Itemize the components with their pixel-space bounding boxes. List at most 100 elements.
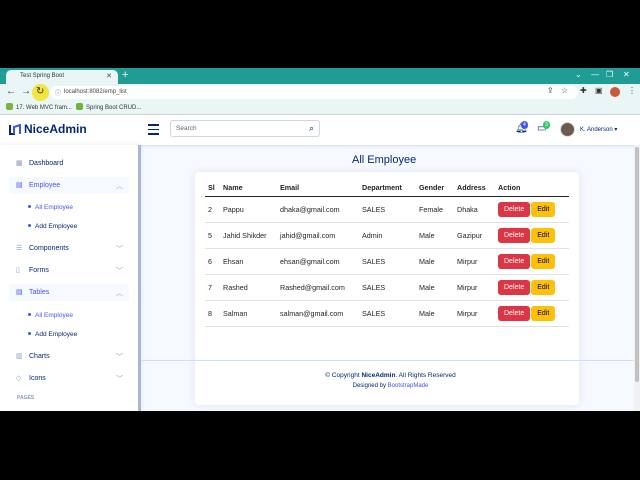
sidebar-item-label: Dashboard	[29, 160, 64, 167]
sidebar-subitem-all-employee[interactable]: All Employee	[28, 204, 73, 211]
cell-sl: 7	[205, 274, 220, 301]
sidebar-item-forms[interactable]: ▯ Forms ﹀	[9, 262, 129, 279]
sidebar-item-components[interactable]: ☰ Components ﹀	[9, 240, 129, 257]
tab-close-icon[interactable]: ✕	[106, 72, 112, 80]
column-header: Email	[277, 180, 359, 197]
sidebar-subitem-add-employee[interactable]: Add Employee	[28, 223, 77, 230]
cell-department: SALES	[359, 300, 416, 327]
maximize-icon[interactable]: ❐	[606, 70, 613, 79]
page-scrollbar[interactable]	[634, 145, 640, 411]
copyright-prefix: © Copyright	[325, 372, 362, 379]
cell-gender: Male	[416, 222, 454, 249]
cell-email: jahid@gmail.com	[277, 222, 359, 249]
close-window-icon[interactable]: ✕	[623, 70, 630, 79]
designer-link[interactable]: BootstrapMade	[388, 383, 429, 389]
sidebar-subitem-all-employee[interactable]: All Employee	[28, 312, 73, 319]
forward-icon[interactable]: →	[21, 86, 31, 97]
column-header: Name	[220, 180, 277, 197]
cell-department: SALES	[359, 248, 416, 275]
share-icon[interactable]: ⇪	[547, 86, 554, 95]
chevron-down-icon: ﹀	[116, 246, 123, 253]
url-text: localhost:8082/emp_list	[64, 89, 127, 95]
table-row: 8 Salman salman@gmail.com SALES Male Mir…	[205, 300, 569, 327]
profile-icon[interactable]	[610, 87, 620, 97]
minimize-icon[interactable]: —	[591, 70, 599, 79]
delete-button[interactable]: Delete	[498, 305, 531, 321]
table-icon: ▤	[16, 182, 23, 189]
sidebar-item-label: Icons	[29, 375, 46, 382]
sidebar-item-dashboard[interactable]: ▦ Dashboard	[9, 155, 129, 172]
table-header-row: Sl Name Email Department Gender Address …	[205, 180, 569, 197]
cell-sl: 6	[205, 248, 220, 275]
delete-button[interactable]: Delete	[498, 279, 531, 295]
cell-address: Mirpur	[454, 248, 495, 275]
address-bar: ← → ↻ ⓘ localhost:8082/emp_list ⇪ ☆ ✚ ▣ …	[0, 84, 640, 101]
logo-icon[interactable]	[9, 124, 21, 135]
new-tab-icon[interactable]: +	[122, 69, 128, 81]
cell-action: Delete Edit	[495, 248, 569, 275]
user-name[interactable]: K. Anderson ▾	[580, 126, 617, 133]
scrollbar-thumb[interactable]	[635, 147, 639, 382]
logo-text[interactable]: NiceAdmin	[24, 122, 87, 136]
edit-button[interactable]: Edit	[531, 201, 556, 217]
sidebar-item-charts[interactable]: ▥ Charts ﹀	[9, 348, 129, 365]
chevron-down-icon[interactable]: ⌄	[575, 70, 582, 79]
bullet-icon	[28, 332, 31, 335]
cell-action: Delete Edit	[495, 300, 569, 327]
sidebar-heading: PAGES	[17, 395, 35, 401]
cell-department: Admin	[359, 222, 416, 249]
sidebar-item-tables[interactable]: ▤ Tables ︿	[9, 284, 129, 301]
avatar[interactable]	[560, 122, 575, 137]
cell-name: Ehsan	[220, 248, 277, 275]
edit-button[interactable]: Edit	[531, 227, 556, 243]
sidebar-item-employee[interactable]: ▤ Employee ︿	[9, 177, 129, 194]
table-row: 5 Jahid Shikder jahid@gmail.com Admin Ma…	[205, 222, 569, 249]
edit-button[interactable]: Edit	[531, 305, 556, 321]
table-icon: ▤	[16, 289, 23, 296]
info-icon[interactable]: ⓘ	[55, 88, 61, 97]
back-icon[interactable]: ←	[6, 86, 16, 97]
credits-prefix: Designed by	[352, 383, 388, 389]
cell-department: SALES	[359, 274, 416, 301]
browser-tab[interactable]: Test Spring Boot ✕	[6, 70, 118, 84]
cell-gender: Female	[416, 196, 454, 223]
star-icon[interactable]: ☆	[561, 86, 568, 95]
bookmark-label: 17. Web MVC fram...	[16, 105, 72, 111]
bookmark-label: Spring Boot CRUD...	[86, 105, 142, 111]
more-icon[interactable]: ⋮	[628, 86, 636, 95]
bullet-icon	[28, 313, 31, 316]
notification-badge: 4	[521, 121, 528, 129]
delete-button[interactable]: Delete	[498, 227, 531, 243]
bookmark-icon	[6, 103, 13, 110]
cell-address: Mirpur	[454, 300, 495, 327]
bookmark-item[interactable]: Spring Boot CRUD...	[76, 103, 141, 111]
bullet-icon	[28, 205, 31, 208]
sidebar-item-label: Components	[29, 245, 69, 252]
menu-icon[interactable]	[148, 124, 159, 138]
edit-button[interactable]: Edit	[531, 253, 556, 269]
extensions-icon[interactable]: ✚	[580, 86, 587, 95]
sidebar-subitem-label: Add Employee	[35, 331, 78, 338]
sidepanel-icon[interactable]: ▣	[595, 86, 603, 95]
sidebar: ▦ Dashboard ▤ Employee ︿ All Employee Ad…	[0, 145, 141, 411]
column-header: Gender	[416, 180, 454, 197]
edit-button[interactable]: Edit	[531, 279, 556, 295]
cell-sl: 8	[205, 300, 220, 327]
sidebar-subitem-add-employee[interactable]: Add Employee	[28, 331, 77, 338]
menu-button-icon: ☰	[16, 245, 23, 252]
gem-icon: ◇	[16, 375, 22, 382]
chevron-down-icon: ﹀	[116, 354, 123, 361]
search-input[interactable]: Search ⌕	[170, 120, 320, 137]
delete-button[interactable]: Delete	[498, 201, 531, 217]
sidebar-item-label: Forms	[29, 267, 49, 274]
reload-icon[interactable]: ↻	[36, 86, 44, 97]
browser-tab-bar: Test Spring Boot ✕ + ⌄ — ❐ ✕	[0, 68, 640, 84]
delete-button[interactable]: Delete	[498, 253, 531, 269]
cell-action: Delete Edit	[495, 196, 569, 223]
bullet-icon	[28, 224, 31, 227]
sidebar-item-icons[interactable]: ◇ Icons ﹀	[9, 370, 129, 387]
bookmark-item[interactable]: 17. Web MVC fram...	[6, 103, 72, 111]
url-input[interactable]: ⓘ localhost:8082/emp_list	[50, 86, 578, 99]
sidebar-item-label: Charts	[29, 353, 50, 360]
search-icon[interactable]: ⌕	[309, 123, 314, 134]
